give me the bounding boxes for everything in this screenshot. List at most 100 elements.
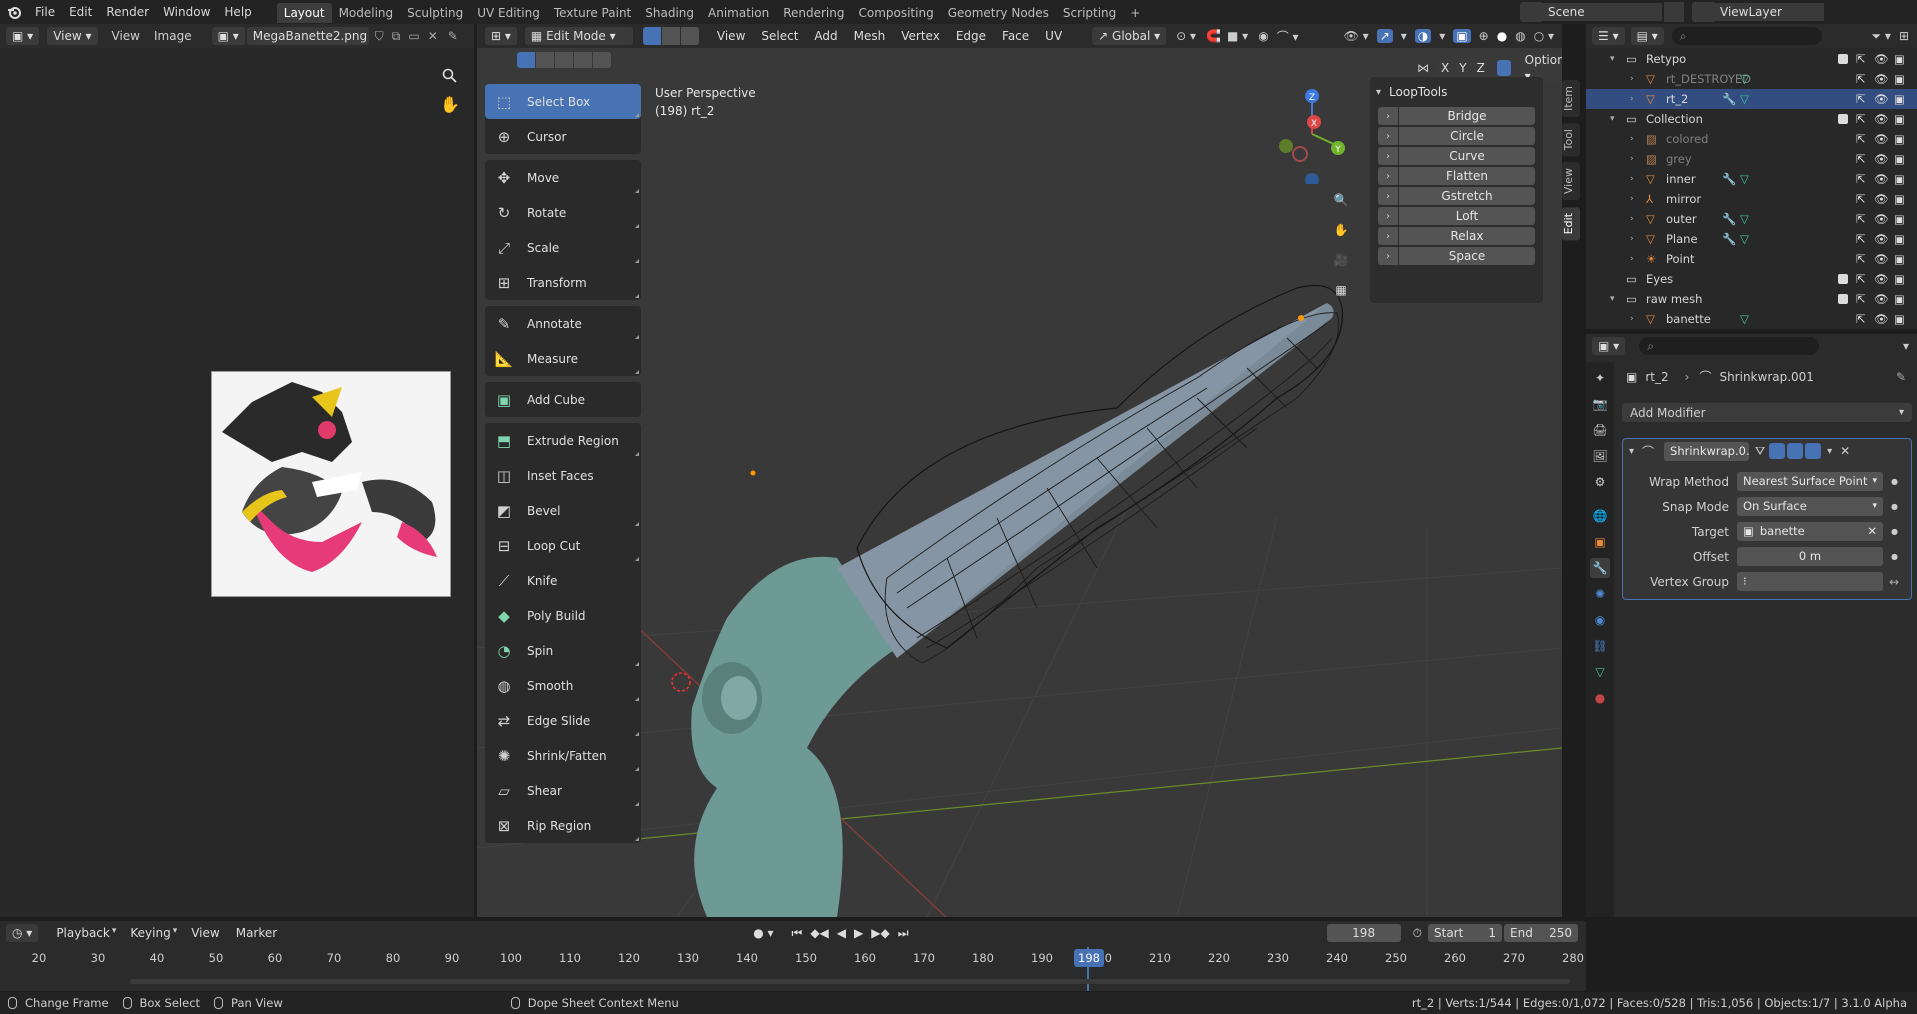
timeline-menu-view[interactable]: View	[191, 926, 219, 940]
zoom-icon[interactable]: 🔍	[1329, 188, 1353, 212]
keyframe-dot-icon[interactable]: ●	[1891, 527, 1898, 536]
add-workspace-button[interactable]: +	[1123, 3, 1147, 23]
jump-start-icon[interactable]: ⏮	[792, 926, 803, 941]
eye-icon[interactable]: 👁	[1874, 232, 1889, 246]
tool-bevel[interactable]: ◩ Bevel	[485, 493, 641, 528]
duplicate-icon[interactable]: ⧉	[392, 29, 401, 44]
menu-help[interactable]: Help	[217, 0, 258, 24]
looptools-curve-button[interactable]: Curve	[1399, 147, 1535, 165]
camera-icon[interactable]: 🎥	[1329, 248, 1353, 272]
outliner-row-colored[interactable]: › ▨ colored ⇱ 👁 ▣	[1586, 129, 1917, 149]
eye-icon[interactable]: 👁	[1874, 272, 1889, 286]
render-icon[interactable]: 📷	[1590, 394, 1610, 414]
viewport-editor-type[interactable]: ⊞ ▾	[485, 27, 517, 45]
camera-icon[interactable]: ▣	[1894, 52, 1905, 66]
viewport-menu-mesh[interactable]: Mesh	[854, 29, 886, 43]
looptools-gstretch-button[interactable]: Gstretch	[1399, 187, 1535, 205]
tool-rotate[interactable]: ↻ Rotate	[485, 195, 641, 230]
shield-icon[interactable]: ⛉	[375, 29, 384, 44]
gizmo-icon[interactable]: ↗	[1376, 29, 1393, 43]
looptools-circle-button[interactable]: Circle	[1399, 127, 1535, 145]
chevron-right-icon[interactable]: ›	[1630, 94, 1634, 104]
physics-icon[interactable]: ◉	[1590, 610, 1610, 630]
selectable-icon[interactable]: ⇱	[1856, 172, 1866, 186]
edge-select-icon[interactable]	[661, 27, 680, 45]
menu-edit[interactable]: Edit	[62, 0, 99, 24]
pin-icon[interactable]: ✎	[448, 29, 458, 43]
modifier-name-field[interactable]: Shrinkwrap.0...	[1664, 441, 1750, 461]
eye-icon[interactable]: 👁	[1874, 292, 1889, 306]
tool-extrude-region[interactable]: ⬒ Extrude Region	[485, 423, 641, 458]
vertex-select-icon[interactable]	[642, 27, 661, 45]
tool-smooth[interactable]: ◍ Smooth	[485, 668, 641, 703]
viewport-menu-select[interactable]: Select	[761, 29, 798, 43]
eye-icon[interactable]: 👁	[1874, 172, 1889, 186]
tab-sculpting[interactable]: Sculpting	[400, 3, 470, 23]
overlay-icon[interactable]: ◑	[1414, 29, 1432, 43]
collapse-icon[interactable]: ▾	[1903, 339, 1909, 353]
pivot-icon[interactable]: ⊙ ▾	[1176, 29, 1196, 43]
selectable-icon[interactable]: ⇱	[1856, 272, 1866, 286]
target-field[interactable]: ▣ banette ✕	[1737, 522, 1883, 541]
vertex-group-field[interactable]: ⁝	[1737, 572, 1883, 591]
outliner-row-retypo[interactable]: ▾ ▭ Retypo ⇱ 👁 ▣	[1586, 49, 1917, 69]
tool-measure[interactable]: 📐 Measure	[485, 341, 641, 376]
display-mode-dropdown[interactable]: ▤ ▾	[1630, 27, 1664, 45]
tab-scripting[interactable]: Scripting	[1056, 3, 1123, 23]
camera-icon[interactable]: ▣	[1894, 252, 1905, 266]
looptools-loft-button[interactable]: Loft	[1399, 207, 1535, 225]
timeline-editor-type[interactable]: ◷ ▾	[6, 924, 39, 942]
timeline-menu-keying[interactable]: Keying	[130, 926, 170, 940]
navigation-gizmo[interactable]: Z X Y	[1274, 84, 1350, 184]
camera-icon[interactable]: ▣	[1894, 272, 1905, 286]
selectable-icon[interactable]: ⇱	[1856, 52, 1866, 66]
render-shading-icon[interactable]: ○ ▾	[1534, 29, 1554, 43]
chevron-right-icon[interactable]: ›	[1630, 194, 1634, 204]
outliner-row-raw-mesh[interactable]: ▾ ▭ raw mesh ⇱ 👁 ▣	[1586, 289, 1917, 309]
wireframe-shading-icon[interactable]: ⊕	[1479, 29, 1489, 43]
selectable-icon[interactable]: ⇱	[1856, 72, 1866, 86]
outliner-row-rt-destroyed[interactable]: › ▽ rt_DESTROYED ▽ ⇱ 👁 ▣	[1586, 69, 1917, 89]
keyframe-dot-icon[interactable]: ●	[1891, 552, 1898, 561]
solid-shading-icon[interactable]: ●	[1497, 29, 1507, 43]
tab-texture-paint[interactable]: Texture Paint	[547, 3, 638, 23]
snap-target-icon[interactable]: ■ ▾	[1227, 29, 1248, 43]
scene-copy-icon[interactable]	[1664, 2, 1684, 22]
eye-icon[interactable]: 👁	[1874, 132, 1889, 146]
tool-transform[interactable]: ⊞ Transform	[485, 265, 641, 300]
scene-icon[interactable]	[1520, 2, 1542, 22]
remove-modifier-icon[interactable]: ✕	[1840, 444, 1850, 458]
tool-shear[interactable]: ▱ Shear	[485, 773, 641, 808]
outliner-row-plane[interactable]: › ▽ Plane 🔧 ▽ ⇱ 👁 ▣	[1586, 229, 1917, 249]
eye-icon[interactable]: 👁	[1874, 312, 1889, 326]
image-mode-dropdown[interactable]: View ▾	[47, 27, 98, 45]
jump-end-icon[interactable]: ⏭	[898, 926, 909, 941]
stopwatch-icon[interactable]: ⏱	[1413, 926, 1422, 941]
add-modifier-dropdown[interactable]: Add Modifier ▾	[1622, 403, 1912, 422]
menu-file[interactable]: File	[28, 0, 62, 24]
material-shading-icon[interactable]: ◍	[1515, 29, 1525, 43]
prev-keyframe-icon[interactable]: ◆◀	[810, 926, 828, 941]
timeline-scrollbar[interactable]	[130, 979, 1570, 984]
camera-icon[interactable]: ▣	[1894, 112, 1905, 126]
outliner-editor-type[interactable]: ☰ ▾	[1592, 27, 1625, 45]
selectable-icon[interactable]: ⇱	[1856, 312, 1866, 326]
scene-selector[interactable]: Scene	[1542, 3, 1662, 21]
image-browse-button[interactable]: ▣ ▾	[211, 27, 245, 45]
tool-rip-region[interactable]: ⊠ Rip Region	[485, 808, 641, 843]
view-layer-selector[interactable]: ViewLayer	[1714, 3, 1824, 21]
menu-render[interactable]: Render	[99, 0, 156, 24]
sidebar-tab-tool[interactable]: Tool	[1562, 123, 1580, 157]
tab-geometry-nodes[interactable]: Geometry Nodes	[941, 3, 1056, 23]
chevron-right-icon[interactable]: ›	[1630, 234, 1634, 244]
clear-icon[interactable]: ✕	[1867, 522, 1877, 541]
eye-icon[interactable]: 👁	[1874, 52, 1889, 66]
chevron-right-icon[interactable]: ›	[1378, 207, 1398, 225]
view-layer-icon[interactable]	[1692, 2, 1714, 22]
keyframe-dot-icon[interactable]: ●	[1891, 477, 1898, 486]
chevron-right-icon[interactable]: ›	[1630, 314, 1634, 324]
viewport-menu-add[interactable]: Add	[814, 29, 837, 43]
tool-edge-slide[interactable]: ⇄ Edge Slide	[485, 703, 641, 738]
viewport-menu-face[interactable]: Face	[1002, 29, 1029, 43]
selectable-icon[interactable]: ⇱	[1856, 192, 1866, 206]
